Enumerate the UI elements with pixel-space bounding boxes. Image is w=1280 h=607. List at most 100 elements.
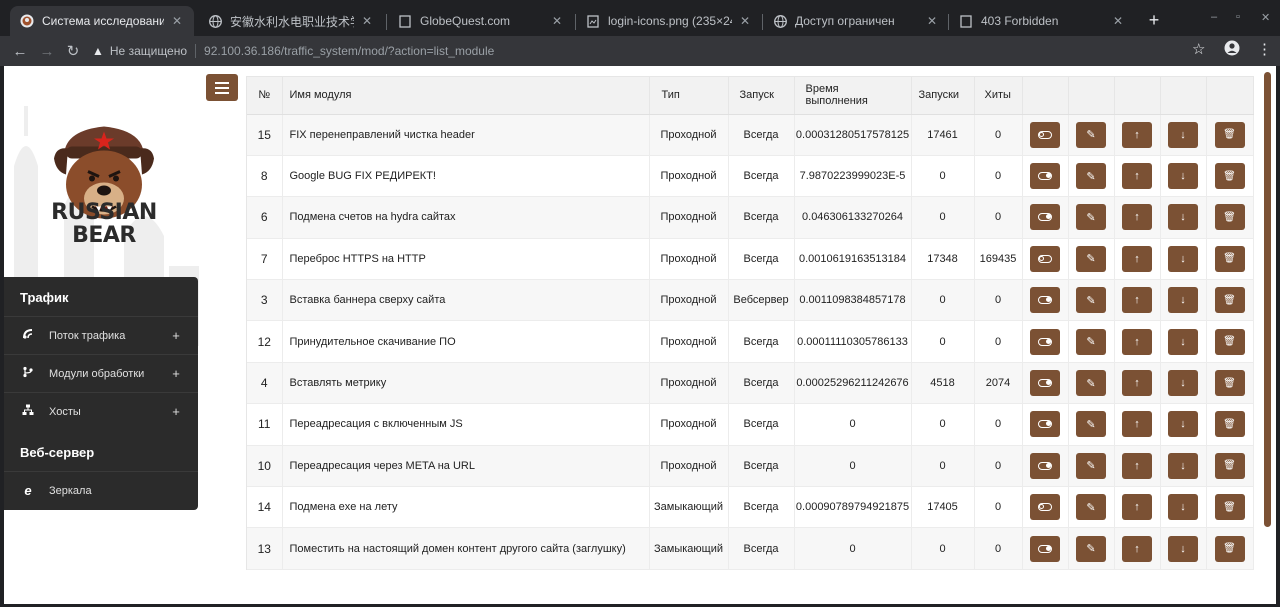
- edit-button[interactable]: ✎: [1076, 163, 1106, 190]
- toggle-button[interactable]: [1030, 370, 1060, 397]
- delete-button[interactable]: 🗑: [1214, 287, 1245, 314]
- column-header-type[interactable]: Тип: [649, 77, 729, 115]
- move-up-button[interactable]: ↑: [1122, 328, 1152, 355]
- move-up-button[interactable]: ↑: [1122, 411, 1152, 438]
- vertical-scrollbar-thumb[interactable]: [1264, 72, 1271, 527]
- close-icon[interactable]: ✕: [170, 14, 184, 28]
- browser-tab-0[interactable]: Система исследования тр ✕: [10, 6, 194, 36]
- forward-arrow-icon[interactable]: →: [37, 41, 57, 61]
- move-down-button[interactable]: ↓: [1168, 328, 1198, 355]
- delete-button[interactable]: 🗑: [1214, 204, 1245, 231]
- hamburger-menu-button[interactable]: [206, 74, 238, 101]
- bookmark-star-icon[interactable]: ☆: [1192, 40, 1205, 58]
- column-header-hits[interactable]: Хиты: [974, 77, 1023, 115]
- close-icon[interactable]: ✕: [925, 14, 939, 28]
- delete-button[interactable]: 🗑: [1214, 411, 1245, 438]
- toggle-button[interactable]: [1030, 121, 1060, 148]
- sidebar-item-mirrors[interactable]: e Зеркала: [4, 471, 198, 509]
- window-close-icon[interactable]: ✕: [1261, 11, 1270, 24]
- edit-button[interactable]: ✎: [1076, 328, 1106, 355]
- close-icon[interactable]: ✕: [550, 14, 564, 28]
- delete-button[interactable]: 🗑: [1214, 121, 1245, 148]
- edit-button[interactable]: ✎: [1076, 494, 1106, 521]
- close-icon[interactable]: ✕: [1111, 14, 1125, 28]
- toggle-button[interactable]: [1030, 535, 1060, 562]
- move-up-button[interactable]: ↑: [1122, 121, 1152, 148]
- globe-icon: [773, 14, 787, 28]
- expand-plus-icon[interactable]: +: [166, 366, 186, 381]
- arrow-down-icon: ↓: [1180, 335, 1186, 348]
- sidebar-item-traffic-flow[interactable]: Поток трафика +: [4, 316, 198, 354]
- new-tab-button[interactable]: +: [1145, 10, 1163, 31]
- edit-button[interactable]: ✎: [1076, 204, 1106, 231]
- column-header-exec-time[interactable]: Время выполнения: [794, 77, 912, 115]
- move-up-button[interactable]: ↑: [1122, 204, 1152, 231]
- delete-button[interactable]: 🗑: [1214, 494, 1245, 521]
- column-header-name[interactable]: Имя модуля: [282, 77, 650, 115]
- address-bar[interactable]: ▲ Не защищено 92.100.36.186/traffic_syst…: [92, 39, 1216, 63]
- expand-plus-icon[interactable]: +: [166, 328, 186, 343]
- toggle-button[interactable]: [1030, 287, 1060, 314]
- toggle-button[interactable]: [1030, 452, 1060, 479]
- cell-launches: 0: [911, 320, 975, 363]
- expand-plus-icon[interactable]: +: [166, 404, 186, 419]
- move-down-button[interactable]: ↓: [1168, 121, 1198, 148]
- move-up-button[interactable]: ↑: [1122, 452, 1152, 479]
- delete-button[interactable]: 🗑: [1214, 163, 1245, 190]
- toggle-button[interactable]: [1030, 163, 1060, 190]
- edit-button[interactable]: ✎: [1076, 535, 1106, 562]
- edit-button[interactable]: ✎: [1076, 411, 1106, 438]
- move-up-button[interactable]: ↑: [1122, 287, 1152, 314]
- move-down-button[interactable]: ↓: [1168, 452, 1198, 479]
- browser-tab-1[interactable]: 安徽水利水电职业技术学 ✕: [198, 6, 384, 36]
- close-icon[interactable]: ✕: [360, 14, 374, 28]
- move-up-button[interactable]: ↑: [1122, 494, 1152, 521]
- browser-tab-4[interactable]: Доступ ограничен ✕: [763, 6, 949, 36]
- column-header-launches[interactable]: Запуски: [911, 77, 975, 115]
- browser-tab-3[interactable]: login-icons.png (235×24) ✕: [576, 6, 762, 36]
- toggle-button[interactable]: [1030, 204, 1060, 231]
- browser-tab-2[interactable]: GlobeQuest.com ✕: [388, 6, 574, 36]
- cell-hits: 0: [974, 403, 1023, 446]
- browser-tab-5[interactable]: 403 Forbidden ✕: [949, 6, 1135, 36]
- move-down-button[interactable]: ↓: [1168, 370, 1198, 397]
- edit-button[interactable]: ✎: [1076, 452, 1106, 479]
- delete-button[interactable]: 🗑: [1214, 245, 1245, 272]
- edit-button[interactable]: ✎: [1076, 121, 1106, 148]
- column-header-num[interactable]: №: [247, 77, 283, 115]
- toggle-button[interactable]: [1030, 494, 1060, 521]
- move-down-button[interactable]: ↓: [1168, 287, 1198, 314]
- minimize-icon[interactable]: –: [1211, 11, 1217, 23]
- cell-exec-time: 0.00025296211242676: [794, 362, 912, 405]
- move-down-button[interactable]: ↓: [1168, 411, 1198, 438]
- sidebar-item-hosts[interactable]: Хосты +: [4, 392, 198, 430]
- column-header-launch[interactable]: Запуск: [728, 77, 795, 115]
- move-up-button[interactable]: ↑: [1122, 163, 1152, 190]
- delete-button[interactable]: 🗑: [1214, 452, 1245, 479]
- move-down-button[interactable]: ↓: [1168, 535, 1198, 562]
- edit-button[interactable]: ✎: [1076, 370, 1106, 397]
- sidebar-item-label: Хосты: [49, 405, 81, 418]
- toggle-button[interactable]: [1030, 328, 1060, 355]
- sidebar-item-modules[interactable]: Модули обработки +: [4, 354, 198, 392]
- profile-avatar-icon[interactable]: [1224, 40, 1240, 60]
- delete-button[interactable]: 🗑: [1214, 370, 1245, 397]
- edit-button[interactable]: ✎: [1076, 287, 1106, 314]
- reload-icon[interactable]: ↻: [63, 41, 83, 61]
- maximize-icon[interactable]: ▫: [1236, 11, 1240, 23]
- move-down-button[interactable]: ↓: [1168, 245, 1198, 272]
- delete-button[interactable]: 🗑: [1214, 535, 1245, 562]
- move-down-button[interactable]: ↓: [1168, 204, 1198, 231]
- toggle-button[interactable]: [1030, 411, 1060, 438]
- move-down-button[interactable]: ↓: [1168, 494, 1198, 521]
- move-down-button[interactable]: ↓: [1168, 163, 1198, 190]
- menu-kebab-icon[interactable]: ⋮: [1257, 40, 1272, 58]
- move-up-button[interactable]: ↑: [1122, 535, 1152, 562]
- close-icon[interactable]: ✕: [738, 14, 752, 28]
- delete-button[interactable]: 🗑: [1214, 328, 1245, 355]
- edit-button[interactable]: ✎: [1076, 245, 1106, 272]
- toggle-button[interactable]: [1030, 245, 1060, 272]
- back-arrow-icon[interactable]: ←: [10, 41, 30, 61]
- move-up-button[interactable]: ↑: [1122, 245, 1152, 272]
- move-up-button[interactable]: ↑: [1122, 370, 1152, 397]
